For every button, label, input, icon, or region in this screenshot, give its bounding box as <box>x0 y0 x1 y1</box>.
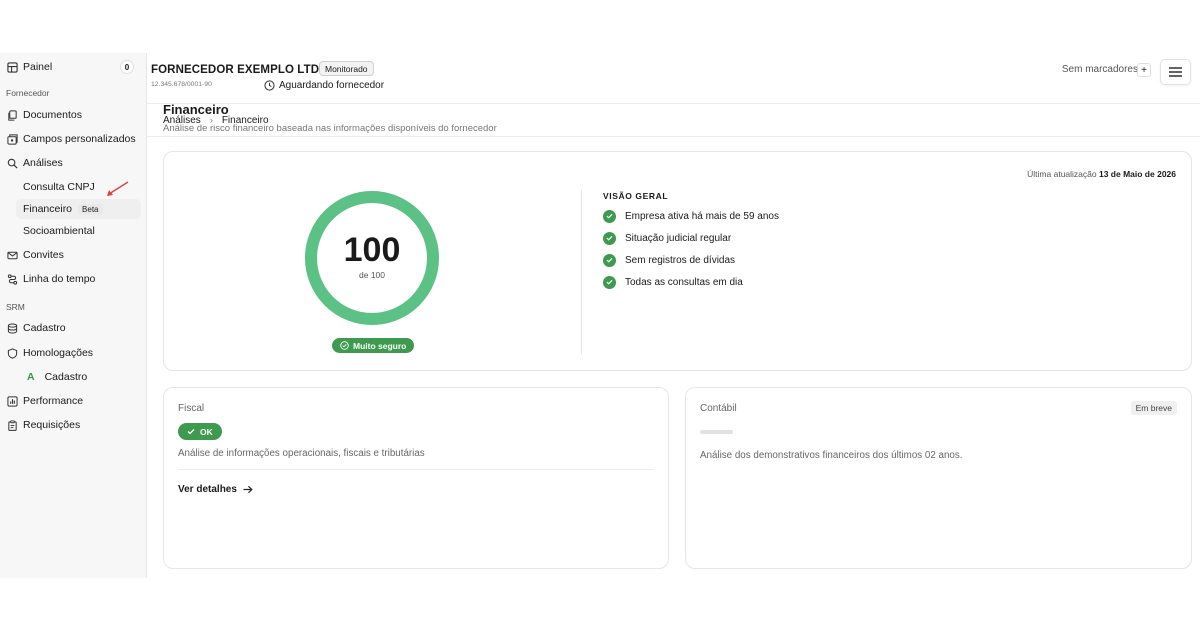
sidebar: Painel 0 Fornecedor Documentos Campos pe… <box>0 53 147 578</box>
check-icon <box>603 209 616 223</box>
risk-overview-card: Última atualização 13 de Maio de 2026 10… <box>163 151 1192 371</box>
sidebar-item-label: Convites <box>23 249 64 261</box>
check-circle-icon <box>340 341 349 350</box>
sidebar-item-label: Campos personalizados <box>23 133 136 145</box>
arrow-right-icon <box>243 485 253 494</box>
company-name: FORNECEDOR EXEMPLO LTDA <box>151 64 328 76</box>
status-label: OK <box>200 426 213 437</box>
sidebar-item-label: Performance <box>23 395 84 407</box>
sidebar-item-convites[interactable]: Convites <box>6 244 140 266</box>
page-subtitle: Análise de risco financeiro baseada nas … <box>163 123 497 134</box>
status-badge: Monitorado <box>319 61 374 76</box>
overview-item-label: Sem registros de dívidas <box>625 254 736 266</box>
markers-label: Sem marcadores <box>1061 64 1138 75</box>
sidebar-item-documentos[interactable]: Documentos <box>6 104 140 126</box>
sidebar-subitem-homolog-cadastro[interactable]: A Cadastro <box>27 367 87 387</box>
divider <box>581 190 582 354</box>
clock-icon <box>264 80 275 91</box>
overview-item: Empresa ativa há mais de 59 anos <box>603 209 779 223</box>
overview-item: Situação judicial regular <box>603 231 731 245</box>
sidebar-item-label: Requisições <box>23 419 81 431</box>
waiting-label: Aguardando fornecedor <box>279 80 385 91</box>
rating-badge: Muito seguro <box>332 338 415 353</box>
waiting-status: Aguardando fornecedor <box>264 80 384 91</box>
sidebar-item-performance[interactable]: Performance <box>6 390 140 412</box>
divider <box>178 469 654 470</box>
grade-a-icon: A <box>27 371 35 383</box>
check-icon <box>187 429 195 435</box>
chart-icon <box>6 395 18 407</box>
page-title: Financeiro <box>163 102 229 117</box>
sidebar-item-label: Homologações <box>23 347 94 359</box>
card-title: Fiscal <box>178 403 205 414</box>
custom-fields-icon <box>6 133 18 145</box>
view-details-label: Ver detalhes <box>178 484 237 495</box>
cnpj-text: 12.345.678/0001-90 <box>151 81 212 88</box>
sidebar-subitem-consulta-cnpj[interactable]: Consulta CNPJ <box>23 177 95 197</box>
timeline-icon <box>6 273 18 285</box>
sidebar-subitem-socioambiental[interactable]: Socioambiental <box>23 221 95 241</box>
last-updated: Última atualização 13 de Maio de 2026 <box>1027 169 1176 179</box>
view-details-link[interactable]: Ver detalhes <box>178 484 253 495</box>
sidebar-item-painel[interactable]: Painel 0 <box>6 56 140 78</box>
overview-item: Sem registros de dívidas <box>603 253 735 267</box>
overview-title: VISÃO GERAL <box>603 191 669 201</box>
contabil-card: Contábil Em breve Análise dos demonstrat… <box>685 387 1192 569</box>
sidebar-item-label: Linha do tempo <box>23 273 96 285</box>
add-marker-button[interactable]: + <box>1137 63 1151 77</box>
annotation-arrow-icon <box>107 181 129 196</box>
overview-item: Todas as consultas em dia <box>603 275 743 289</box>
search-icon <box>6 157 18 169</box>
sidebar-item-cadastro[interactable]: Cadastro <box>6 317 140 339</box>
mail-icon <box>6 249 18 261</box>
last-updated-label: Última atualização <box>1027 169 1097 179</box>
clipboard-icon <box>6 419 18 431</box>
sidebar-item-analises[interactable]: Análises <box>6 152 140 174</box>
sidebar-item-requisicoes[interactable]: Requisições <box>6 414 140 436</box>
sidebar-item-label: Cadastro <box>23 322 66 334</box>
last-updated-date: 13 de Maio de 2026 <box>1098 169 1176 179</box>
loading-placeholder <box>700 430 733 434</box>
sidebar-item-label: Documentos <box>23 109 82 121</box>
fiscal-card: Fiscal OK Análise de informações operaci… <box>163 387 669 569</box>
menu-button[interactable] <box>1160 59 1191 85</box>
sidebar-item-campos[interactable]: Campos personalizados <box>6 128 140 150</box>
score-max: de 100 <box>359 270 385 280</box>
section-label-srm: SRM <box>6 302 25 312</box>
check-icon <box>603 231 616 245</box>
status-badge: OK <box>178 423 222 440</box>
card-description: Análise dos demonstrativos financeiros d… <box>700 450 963 461</box>
sidebar-subitem-financeiro[interactable]: Financeiro Beta <box>16 199 141 219</box>
count-badge: 0 <box>120 60 134 74</box>
card-description: Análise de informações operacionais, fis… <box>178 448 425 459</box>
sidebar-item-label: Financeiro <box>23 203 73 215</box>
dashboard-icon <box>6 61 18 73</box>
sidebar-item-label: Painel <box>23 61 53 73</box>
check-icon <box>603 253 616 267</box>
rating-label: Muito seguro <box>353 340 407 351</box>
sidebar-item-label: Análises <box>23 157 63 169</box>
hamburger-icon <box>1169 67 1182 77</box>
overview-item-label: Todas as consultas em dia <box>625 276 743 288</box>
sidebar-item-homologacoes[interactable]: Homologações <box>6 342 140 364</box>
overview-item-label: Empresa ativa há mais de 59 anos <box>625 210 779 222</box>
beta-badge: Beta <box>78 203 103 215</box>
sidebar-item-label: Cadastro <box>44 371 88 383</box>
check-icon <box>603 275 616 289</box>
coming-soon-badge: Em breve <box>1130 401 1177 415</box>
shield-icon <box>6 347 18 359</box>
score-donut: 100 de 100 <box>304 190 440 326</box>
database-icon <box>6 322 18 334</box>
overview-item-label: Situação judicial regular <box>625 232 732 244</box>
supplier-header: FORNECEDOR EXEMPLO LTDA Monitorado 12.34… <box>147 53 1200 104</box>
score-value: 100 <box>343 231 401 269</box>
documents-icon <box>6 109 18 121</box>
card-title: Contábil <box>700 403 737 414</box>
sidebar-item-linha-do-tempo[interactable]: Linha do tempo <box>6 268 140 290</box>
section-label-fornecedor: Fornecedor <box>6 88 50 98</box>
